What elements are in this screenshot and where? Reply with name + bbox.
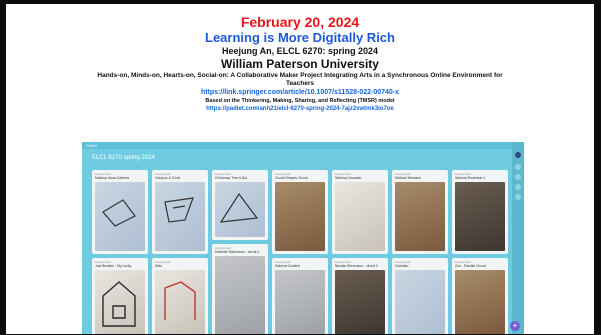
padlet-card[interactable]: Anonymous Nicolas Stevenson - circuit 2 — [332, 258, 388, 334]
card-photo — [95, 182, 145, 251]
university-name: William Paterson University — [221, 57, 379, 71]
card-title: Michelle Steinmann - circuit 2 — [215, 250, 260, 254]
card-photo — [395, 270, 445, 334]
card-title: Sabrina Created — [275, 264, 300, 268]
card-photo — [395, 182, 445, 251]
padlet-card[interactable]: Anonymous Christian — [392, 258, 448, 334]
card-title: Christmas Tree & Bot — [215, 176, 248, 180]
slide: February 20, 2024 Learning is More Digit… — [6, 4, 594, 334]
padlet-card[interactable]: Anonymous Circuit Shapes Circuit — [272, 170, 328, 254]
card-photo — [335, 182, 385, 251]
card-title: Nicolas Stevenson - circuit 2 — [335, 264, 378, 268]
padlet-topbar: Padlet — [82, 142, 524, 149]
card-photo — [275, 182, 325, 251]
share-icon[interactable] — [515, 174, 521, 180]
like-icon[interactable] — [515, 164, 521, 170]
card-title: Christian — [395, 264, 409, 268]
card-title: Circuit Shapes Circuit — [275, 176, 308, 180]
padlet-card[interactable]: Anonymous Sabrina Created — [272, 258, 328, 334]
slide-date: February 20, 2024 — [240, 14, 360, 30]
padlet-card[interactable]: Anonymous Sabrina Crusader — [332, 170, 388, 254]
more-icon[interactable] — [515, 194, 521, 200]
padlet-board-title: ELCL 6270 spring 2024 — [92, 155, 155, 161]
add-post-button[interactable]: + — [510, 321, 520, 331]
card-title: Nelo — [155, 264, 162, 268]
padlet-card[interactable]: Anonymous Makeup Alora Cabrera — [92, 170, 148, 254]
card-photo — [215, 256, 265, 334]
padlet-card[interactable]: Anonymous Nelo — [152, 258, 208, 334]
author-course: Heejung An, ELCL 6270: spring 2024 — [221, 46, 379, 56]
paper-link[interactable]: https://link.springer.com/article/10.100… — [6, 89, 594, 97]
card-photo — [275, 270, 325, 334]
card-title: Octopus & Circle — [155, 176, 181, 180]
padlet-card[interactable]: Anonymous Just Breathe - My Lucky — [92, 258, 148, 334]
padlet-side-rail — [512, 142, 524, 334]
padlet-card[interactable]: Anonymous Christmas Tree & Bot — [212, 170, 268, 240]
card-title: Sabrina Rozenbar 1 — [455, 176, 486, 180]
padlet-card[interactable]: Anonymous Octopus & Circle — [152, 170, 208, 254]
slide-subtitle: Learning is More Digitally Rich — [205, 30, 395, 45]
padlet-card[interactable]: Anonymous Sabrina Rozenbar 1 — [452, 170, 508, 254]
padlet-card[interactable]: Anonymous Michelle Steinmann - circuit 2 — [212, 244, 268, 334]
card-photo — [95, 270, 145, 334]
padlet-link[interactable]: https://padlet.com/anh21/elcl-6270-sprin… — [6, 105, 594, 113]
padlet-card[interactable]: Anonymous Michael Bresanin — [392, 170, 448, 254]
card-photo — [335, 270, 385, 334]
paper-title: Hands-on, Minds-on, Hearts-on, Social-on… — [97, 72, 503, 87]
card-title: Makeup Alora Cabrera — [95, 176, 129, 180]
card-photo — [455, 182, 505, 251]
settings-icon[interactable] — [515, 184, 521, 190]
card-photo — [455, 270, 505, 334]
padlet-card[interactable]: Anonymous Zoe - Parallel Circuit — [452, 258, 508, 334]
card-photo — [215, 182, 265, 237]
profile-icon[interactable] — [515, 152, 521, 158]
card-photo — [155, 182, 205, 251]
padlet-screenshot: Padlet ELCL 6270 spring 2024 Anonymous M… — [82, 142, 524, 334]
card-title: Sabrina Crusader — [335, 176, 362, 180]
card-title: Just Breathe - My Lucky — [95, 264, 132, 268]
card-title: Michael Bresanin — [395, 176, 422, 180]
model-note: Based on the Thinkering, Making, Sharing… — [205, 98, 395, 104]
card-title: Zoe - Parallel Circuit — [455, 264, 486, 268]
card-photo — [155, 270, 205, 334]
